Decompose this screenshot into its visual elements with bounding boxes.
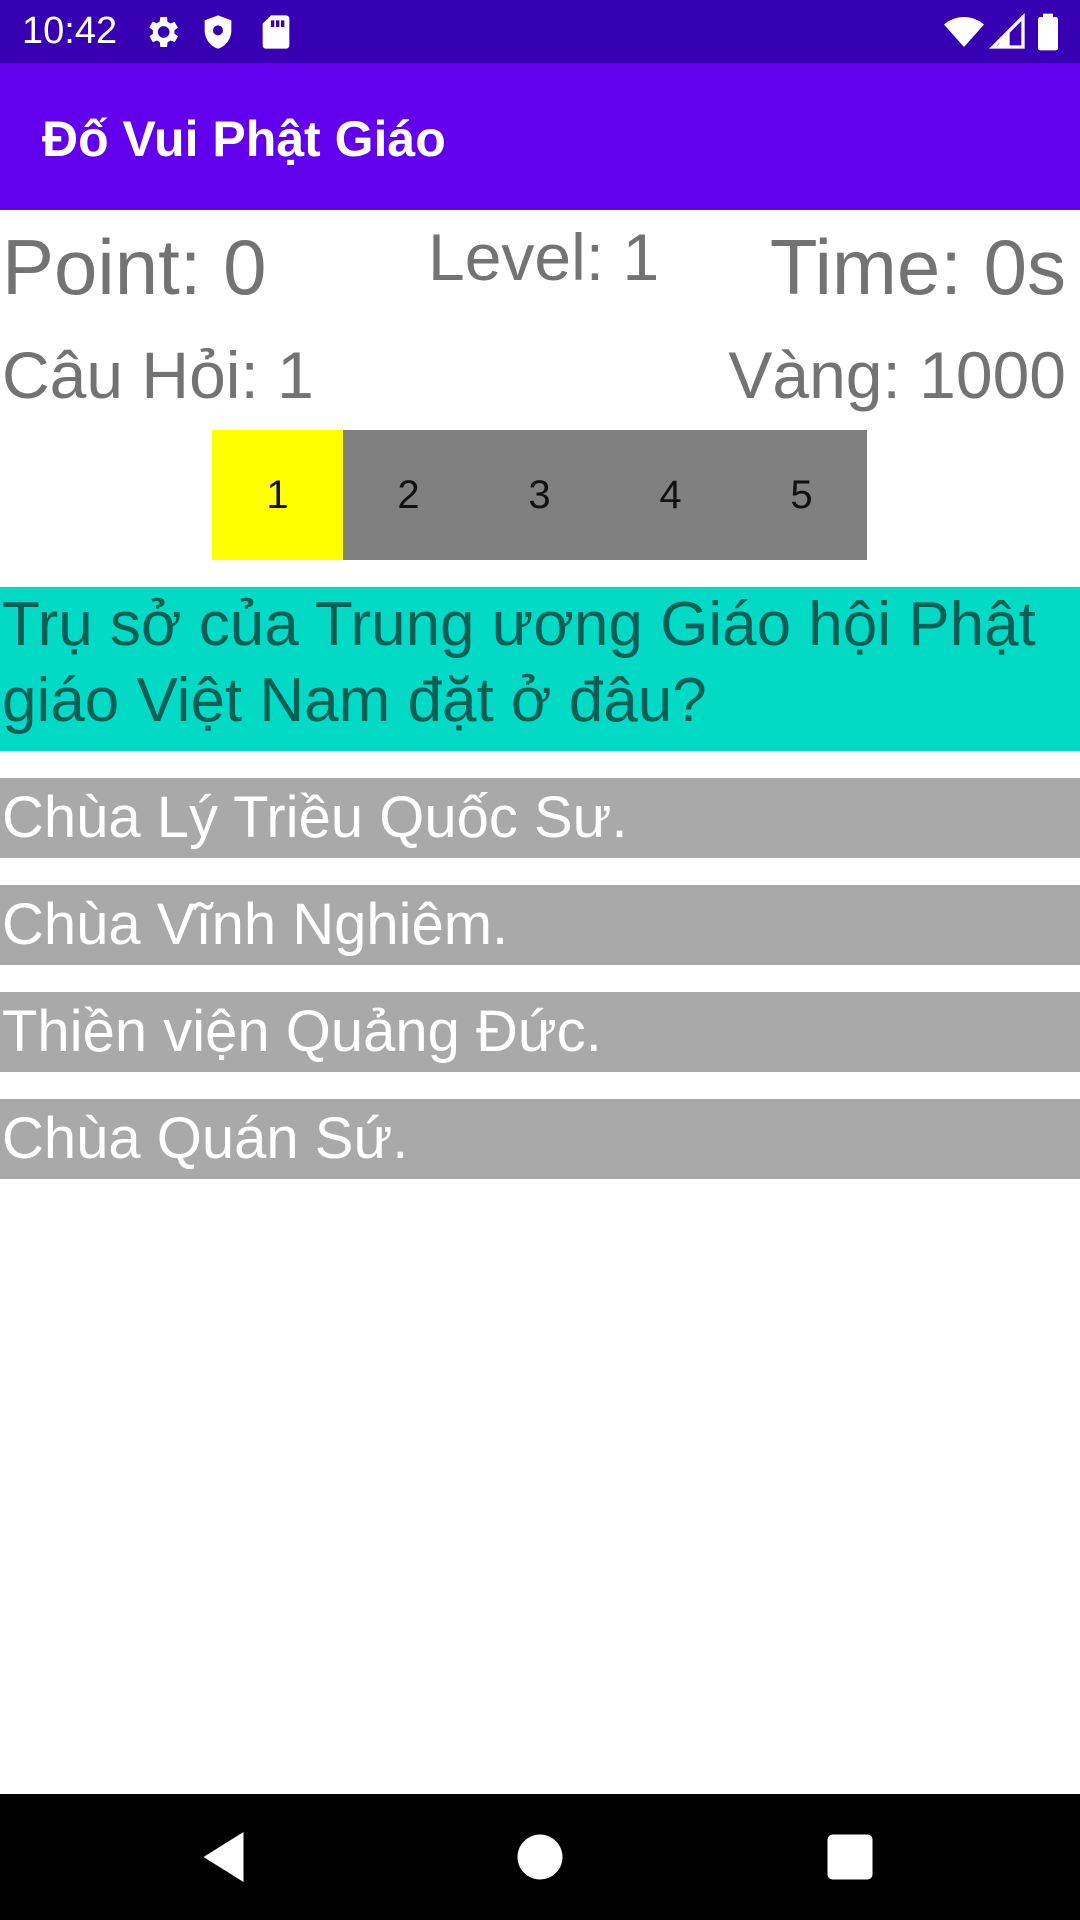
time-label: Time: 0s [769, 223, 1066, 311]
answer-option-4[interactable]: Chùa Quán Sứ. [0, 1099, 1080, 1179]
gold-label: Vàng: 1000 [728, 338, 1066, 412]
recents-icon[interactable] [820, 1827, 880, 1887]
back-icon[interactable] [196, 1827, 256, 1887]
question-number-label: Câu Hỏi: 1 [2, 338, 314, 412]
status-time: 10:42 [22, 10, 118, 52]
progress-cell-4: 4 [659, 472, 682, 517]
level-label: Level: 1 [428, 220, 660, 294]
question-text: Trụ sở của Trung ương Giáo hội Phật giáo… [0, 587, 1080, 751]
status-bar: 10:42 [0, 0, 1080, 63]
point-label: Point: 0 [2, 223, 267, 311]
app-title: Đố Vui Phật Giáo [42, 111, 446, 167]
wifi-icon [944, 12, 984, 52]
gear-icon [142, 12, 182, 52]
answer-option-2[interactable]: Chùa Vĩnh Nghiêm. [0, 885, 1080, 965]
shield-icon [198, 12, 238, 52]
answer-option-3[interactable]: Thiền viện Quảng Đức. [0, 992, 1080, 1072]
progress-cell-5: 5 [790, 472, 813, 517]
progress-cell-2: 2 [397, 472, 420, 517]
answer-option-1[interactable]: Chùa Lý Triều Quốc Sư. [0, 778, 1080, 858]
app-bar: Đố Vui Phật Giáo [0, 63, 1080, 210]
progress-cell-1: 1 [212, 430, 343, 560]
sd-card-icon [256, 12, 296, 52]
signal-icon [988, 12, 1028, 52]
battery-icon [1030, 12, 1066, 52]
progress-cell-3: 3 [528, 472, 551, 517]
home-icon[interactable] [510, 1827, 570, 1887]
question-progress-bar: 1 2 3 4 5 [212, 430, 867, 560]
navigation-bar [0, 1794, 1080, 1920]
